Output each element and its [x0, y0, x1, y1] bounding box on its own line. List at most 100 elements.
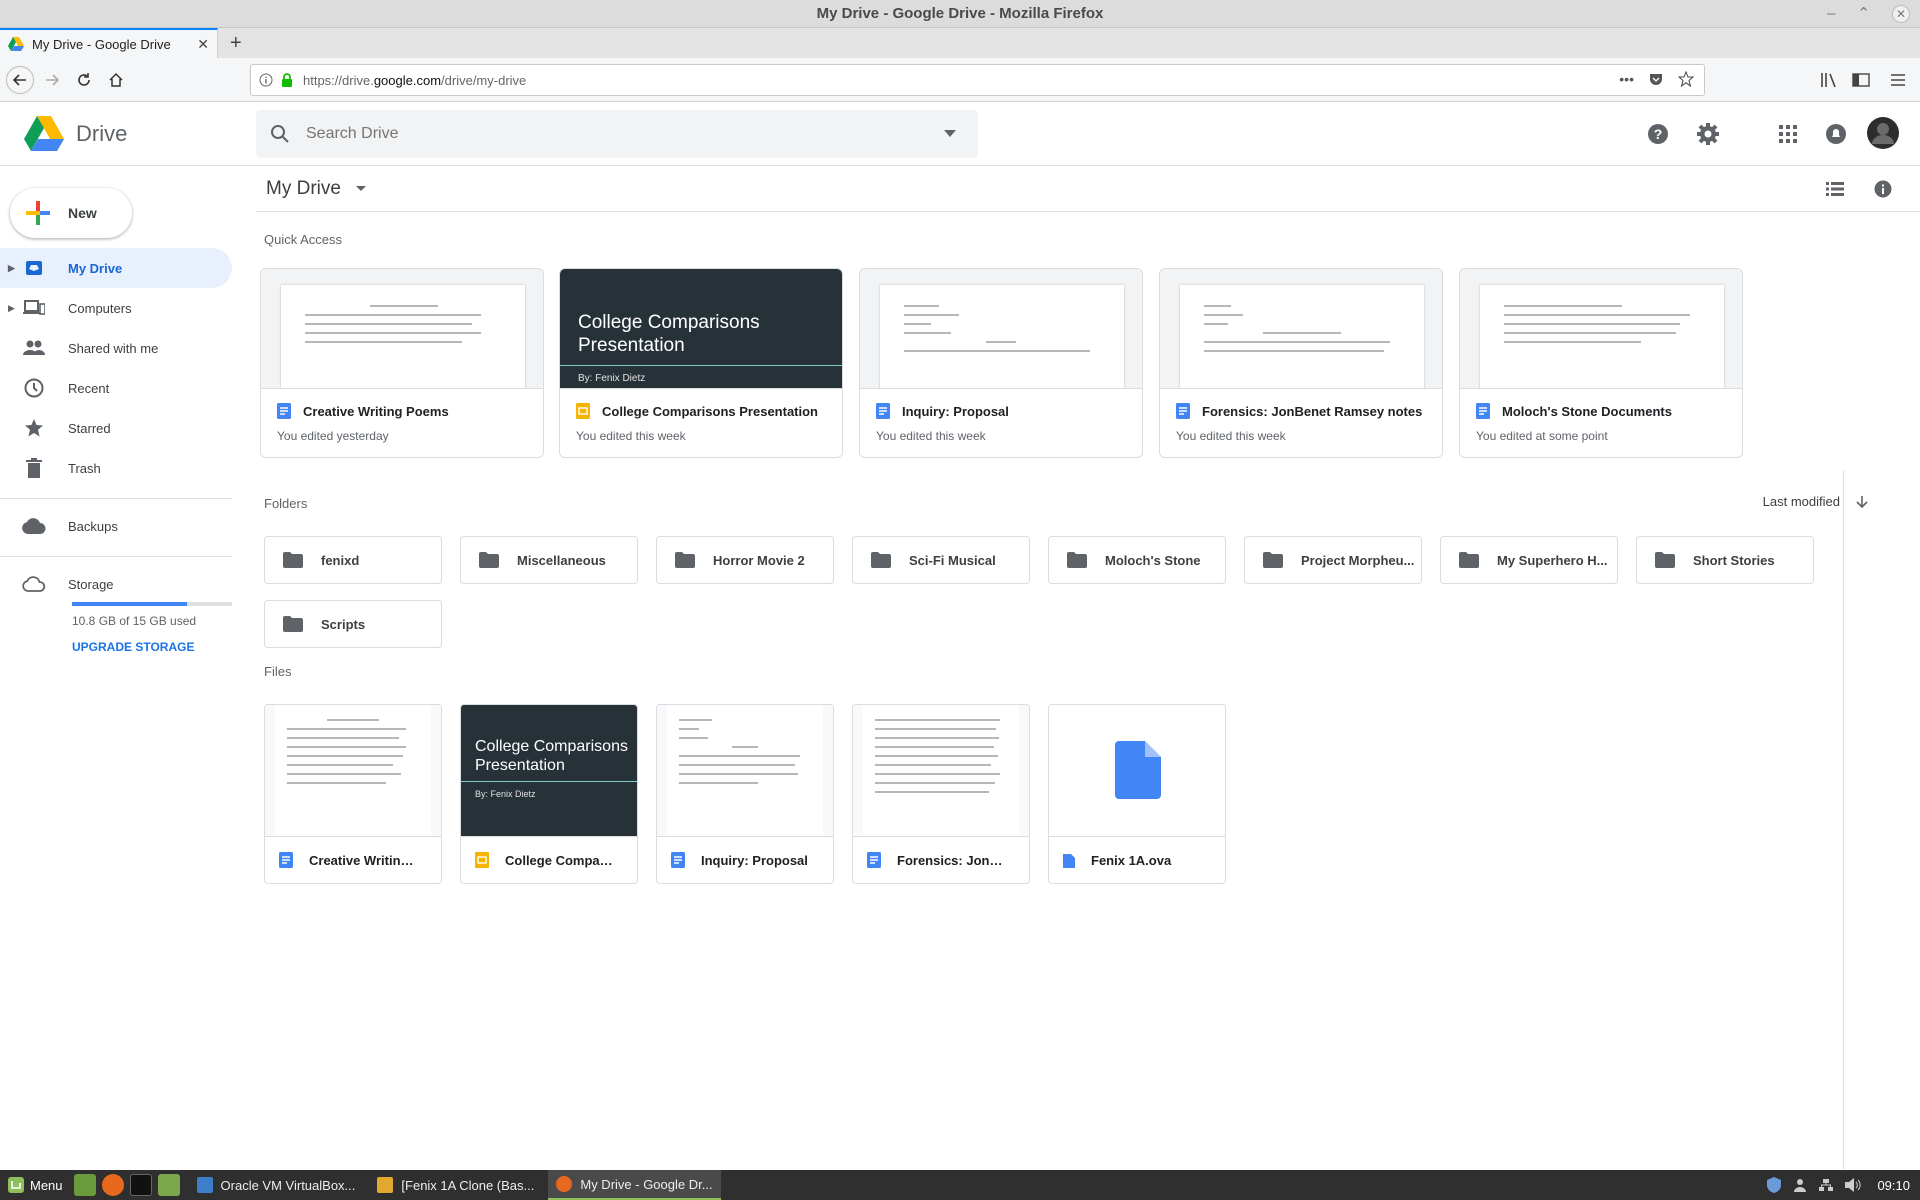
- file-card[interactable]: College Comparisons Presentation By: Feni…: [460, 704, 638, 884]
- file-card[interactable]: Forensics: JonBe...: [852, 704, 1030, 884]
- quick-access-card[interactable]: College Comparisons Presentation By: Feni…: [559, 268, 843, 458]
- bookmark-star-icon[interactable]: [1678, 71, 1694, 87]
- search-icon[interactable]: [270, 124, 290, 144]
- url-path: /drive/my-drive: [441, 72, 527, 88]
- page-title[interactable]: My Drive: [266, 178, 367, 200]
- info-icon[interactable]: [259, 73, 273, 87]
- sidebar-item-shared[interactable]: Shared with me: [0, 328, 232, 368]
- file-card[interactable]: Fenix 1A.ova: [1048, 704, 1226, 884]
- taskbar-item-firefox[interactable]: My Drive - Google Dr...: [548, 1170, 721, 1200]
- new-button[interactable]: New: [10, 188, 132, 238]
- quick-access-card[interactable]: Moloch's Stone Documents You edited at s…: [1459, 268, 1743, 458]
- url-bar[interactable]: https://drive. google.com/drive/my-drive …: [250, 64, 1705, 96]
- google-docs-icon: [1176, 403, 1190, 419]
- start-menu-button[interactable]: Menu: [0, 1170, 71, 1200]
- home-button[interactable]: [102, 66, 130, 94]
- upgrade-storage-link[interactable]: UPGRADE STORAGE: [72, 640, 194, 654]
- svg-text:?: ?: [1654, 126, 1663, 142]
- virtualbox-icon: [196, 1177, 213, 1193]
- quick-access-card[interactable]: Creative Writing Poems You edited yester…: [260, 268, 544, 458]
- sidebar-item-backups[interactable]: Backups: [0, 506, 232, 546]
- sidebar-item-my-drive[interactable]: ▶ My Drive: [0, 248, 232, 288]
- file-card[interactable]: Inquiry: Proposal: [656, 704, 834, 884]
- maximize-button[interactable]: ⌃: [1857, 0, 1870, 28]
- main-content: My Drive Quick Access Creative Writing P…: [256, 166, 1920, 1170]
- file-card[interactable]: Creative Writing ...: [264, 704, 442, 884]
- system-tray: 09:10: [1767, 1170, 1910, 1200]
- hamburger-menu-icon[interactable]: [1890, 72, 1906, 88]
- card-name: Inquiry: Proposal: [902, 403, 1009, 419]
- generic-file-icon: [1115, 741, 1161, 799]
- folder-item[interactable]: Sci-Fi Musical: [852, 536, 1030, 584]
- folders-label: Folders: [264, 496, 308, 511]
- list-view-icon[interactable]: [1826, 182, 1844, 196]
- clock[interactable]: 09:10: [1877, 1178, 1910, 1193]
- help-button[interactable]: ?: [1644, 120, 1672, 148]
- pocket-icon[interactable]: [1648, 71, 1664, 87]
- sidebar-item-storage[interactable]: Storage: [0, 564, 232, 604]
- minimize-button[interactable]: –: [1827, 0, 1835, 28]
- folder-item[interactable]: My Superhero H...: [1440, 536, 1618, 584]
- settings-button[interactable]: [1694, 120, 1722, 148]
- folder-name: Miscellaneous: [517, 552, 606, 568]
- clock-icon: [24, 378, 44, 398]
- folder-item[interactable]: Scripts: [264, 600, 442, 648]
- sidebar-item-starred[interactable]: Starred: [0, 408, 232, 448]
- google-docs-icon: [876, 403, 890, 419]
- expand-arrow-icon[interactable]: ▶: [8, 303, 22, 314]
- folder-item[interactable]: Miscellaneous: [460, 536, 638, 584]
- sidebar-item-recent[interactable]: Recent: [0, 368, 232, 408]
- taskbar-item-fenix-clone[interactable]: [Fenix 1A Clone (Bas...: [369, 1170, 542, 1200]
- firefox-launcher-icon[interactable]: [101, 1174, 124, 1196]
- page-actions-icon[interactable]: •••: [1619, 71, 1634, 87]
- card-preview: [261, 269, 543, 389]
- folder-item[interactable]: fenixd: [264, 536, 442, 584]
- show-desktop-icon[interactable]: [73, 1174, 96, 1196]
- details-info-icon[interactable]: [1874, 180, 1892, 198]
- close-tab-icon[interactable]: ✕: [197, 36, 209, 53]
- quick-access-card[interactable]: Inquiry: Proposal You edited this week: [859, 268, 1143, 458]
- forward-button[interactable]: [38, 66, 66, 94]
- network-icon[interactable]: [1819, 1178, 1834, 1192]
- folder-item[interactable]: Short Stories: [1636, 536, 1814, 584]
- library-icon[interactable]: [1820, 72, 1838, 88]
- sidebar: New ▶ My Drive ▶ Computers Shared with m…: [0, 166, 232, 1170]
- google-docs-icon: [1476, 403, 1490, 419]
- search-options-icon[interactable]: [944, 130, 956, 138]
- back-button[interactable]: [6, 66, 34, 94]
- reload-button[interactable]: [70, 66, 98, 94]
- sort-direction-icon[interactable]: [1856, 495, 1868, 509]
- notifications-button[interactable]: [1822, 120, 1850, 148]
- drive-logo[interactable]: Drive: [24, 116, 127, 152]
- account-avatar[interactable]: [1866, 116, 1900, 150]
- slide-title: College Comparisons Presentation: [475, 738, 628, 774]
- terminal-launcher-icon[interactable]: [129, 1174, 152, 1196]
- file-name: College Compari...: [505, 852, 617, 868]
- folder-item[interactable]: Horror Movie 2: [656, 536, 834, 584]
- shield-icon[interactable]: [1767, 1177, 1782, 1193]
- folder-item[interactable]: Moloch's Stone: [1048, 536, 1226, 584]
- taskbar-item-virtualbox[interactable]: Oracle VM VirtualBox...: [189, 1170, 364, 1200]
- folder-item[interactable]: Project Morpheu...: [1244, 536, 1422, 584]
- sidebar-toggle-icon[interactable]: [1852, 72, 1870, 88]
- new-tab-button[interactable]: +: [230, 32, 242, 55]
- apps-button[interactable]: [1774, 120, 1802, 148]
- google-slides-icon: [475, 852, 489, 868]
- folder-icon: [283, 552, 303, 568]
- browser-tab[interactable]: My Drive - Google Drive ✕: [0, 28, 218, 58]
- search-box[interactable]: [256, 110, 978, 158]
- file-preview: [657, 705, 833, 837]
- slide-author: By: Fenix Dietz: [475, 789, 536, 799]
- quick-access-card[interactable]: Forensics: JonBenet Ramsey notes You edi…: [1159, 268, 1443, 458]
- sidebar-item-trash[interactable]: Trash: [0, 448, 232, 488]
- user-icon[interactable]: [1793, 1178, 1807, 1192]
- sort-control[interactable]: Last modified: [1763, 494, 1868, 509]
- folder-icon: [1655, 552, 1675, 568]
- url-host: google.com: [373, 72, 442, 88]
- expand-arrow-icon[interactable]: ▶: [8, 263, 22, 274]
- files-launcher-icon[interactable]: [157, 1174, 180, 1196]
- sidebar-item-computers[interactable]: ▶ Computers: [0, 288, 232, 328]
- search-input[interactable]: [306, 125, 906, 143]
- volume-icon[interactable]: [1845, 1178, 1862, 1192]
- close-window-button[interactable]: ✕: [1892, 5, 1910, 23]
